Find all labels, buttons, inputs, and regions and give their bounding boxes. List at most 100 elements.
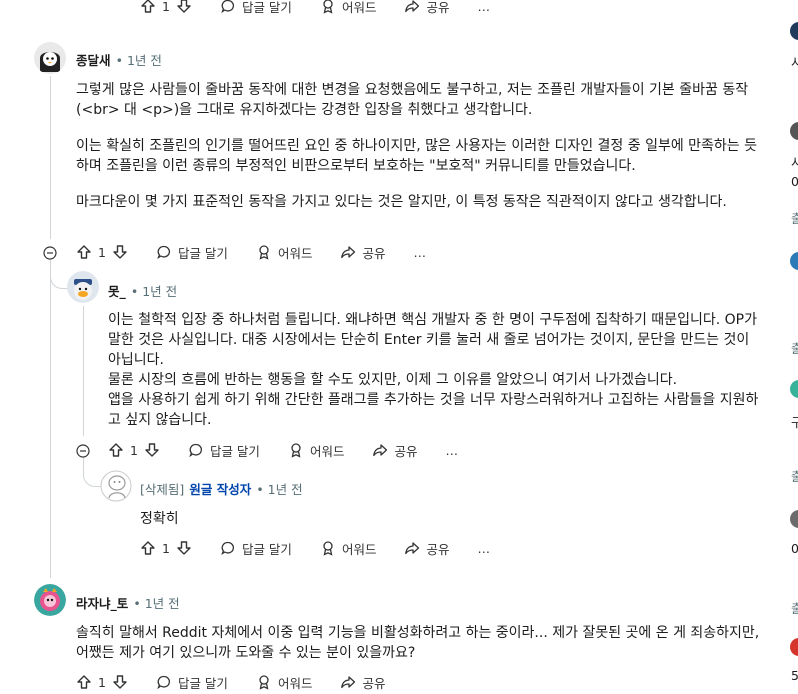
rail-snippet: 0 [791, 541, 798, 556]
comment-author[interactable]: 종달새 [76, 53, 111, 68]
award-label: 어워드 [277, 675, 313, 691]
upvote-icon[interactable] [108, 442, 124, 458]
share-label: 공유 [426, 0, 450, 15]
thread-line [83, 306, 84, 436]
comment-line: 이는 철학적 입장 중 하나처럼 들립니다. 왜냐하면 핵심 개발자 중 한 명… [108, 312, 757, 368]
rail-snippet: 출 [791, 469, 798, 484]
meta-separator: • [130, 284, 143, 299]
comment-bubble-icon [156, 674, 172, 690]
vote-count: 1 [98, 674, 106, 690]
reply-button[interactable]: 답글 달기 [188, 441, 260, 460]
reply-button[interactable]: 답글 달기 [220, 0, 292, 16]
award-button[interactable]: 어워드 [320, 0, 377, 16]
comment-actions: 1 답글 달기 어워드 공유 … [140, 536, 518, 560]
meta-separator: • [256, 482, 268, 497]
comment-author[interactable]: 라자냐_토 [76, 596, 128, 611]
meta-separator: • [115, 53, 127, 68]
comment-paragraph: 이는 확실히 조플린의 인기를 떨어뜨린 요인 중 하나이지만, 많은 사용자는… [76, 138, 758, 174]
downvote-icon[interactable] [144, 442, 160, 458]
share-button[interactable]: 공유 [404, 539, 449, 558]
award-label: 어워드 [341, 541, 377, 557]
comment-header: 라자냐_토 • 1년 전 [76, 593, 180, 612]
reply-button[interactable]: 답글 달기 [156, 673, 228, 692]
op-badge: 원글 작성자 [189, 482, 252, 497]
collapse-thread-button[interactable] [43, 245, 57, 260]
community-icon[interactable] [790, 22, 798, 40]
comment-body: 솔직히 말해서 Reddit 자체에서 이중 입력 기능을 비활성화하려고 하는… [76, 625, 760, 661]
comment-header: 못_ • 1년 전 [108, 281, 177, 300]
comment-paragraph: 마크다운이 몇 가지 표준적인 동작을 가지고 있다는 것은 알지만, 이 특정… [76, 194, 727, 210]
more-options-button[interactable]: … [477, 541, 490, 556]
comment-bubble-icon [220, 540, 236, 556]
share-icon [372, 442, 388, 458]
vote-controls: 1 [76, 244, 128, 260]
more-options-button[interactable]: … [477, 0, 490, 14]
upvote-icon[interactable] [76, 244, 92, 260]
comment-author[interactable]: 못_ [108, 284, 126, 299]
collapse-thread-button[interactable] [76, 443, 90, 458]
rail-snippet: 구 [791, 415, 798, 430]
downvote-icon[interactable] [176, 0, 192, 14]
community-icon[interactable] [790, 122, 798, 140]
reply-label: 답글 달기 [209, 443, 260, 459]
deleted-user-avatar [100, 470, 132, 502]
vote-controls: 1 [140, 540, 192, 556]
more-options-button[interactable]: … [413, 245, 426, 260]
share-icon [340, 244, 356, 260]
award-button[interactable]: 어워드 [256, 243, 312, 262]
avatar [34, 584, 66, 616]
vote-count: 1 [130, 442, 138, 458]
community-icon[interactable] [790, 380, 798, 398]
award-label: 어워드 [341, 0, 377, 15]
community-icon[interactable] [790, 252, 798, 270]
upvote-icon[interactable] [140, 540, 156, 556]
upvote-icon[interactable] [140, 0, 156, 14]
rail-snippet: 시 [791, 155, 798, 170]
award-label: 어워드 [309, 443, 345, 459]
comment-actions: 1 답글 달기 어워드 공유 [76, 670, 413, 694]
downvote-icon[interactable] [112, 674, 128, 690]
community-icon[interactable] [790, 510, 798, 528]
rail-snippet: 출 [791, 341, 798, 356]
comment-time[interactable]: 1년 전 [145, 596, 180, 611]
rail-snippet: 출 [791, 601, 798, 616]
downvote-icon[interactable] [176, 540, 192, 556]
vote-count: 1 [162, 540, 170, 556]
comment-time[interactable]: 1년 전 [142, 284, 177, 299]
comment-paragraph: 그렇게 많은 사람들이 줄바꿈 동작에 대한 변경을 요청했음에도 불구하고, … [76, 82, 749, 118]
reply-label: 답글 달기 [177, 675, 228, 691]
upvote-icon[interactable] [76, 674, 92, 690]
more-options-button[interactable]: … [445, 443, 458, 458]
share-button[interactable]: 공유 [372, 441, 417, 460]
prev-comment-actions: 1 답글 달기 어워드 공유 … [140, 0, 518, 18]
share-button[interactable]: 공유 [404, 0, 449, 16]
reply-button[interactable]: 답글 달기 [156, 243, 228, 262]
comment-bubble-icon [220, 0, 236, 14]
share-label: 공유 [394, 443, 418, 459]
award-button[interactable]: 어워드 [256, 673, 313, 692]
avatar [34, 42, 66, 74]
award-button[interactable]: 어워드 [320, 539, 377, 558]
award-button[interactable]: 어워드 [288, 441, 345, 460]
thread-line [50, 260, 51, 578]
community-icon[interactable] [790, 638, 798, 656]
comment-body: 이는 철학적 입장 중 하나처럼 들립니다. 왜냐하면 핵심 개발자 중 한 명… [108, 310, 760, 430]
vote-controls: 1 [108, 442, 160, 458]
comment-time[interactable]: 1년 전 [127, 53, 162, 68]
comment-time[interactable]: 1년 전 [268, 482, 303, 497]
award-icon [256, 244, 272, 260]
share-button[interactable]: 공유 [340, 243, 385, 262]
share-icon [404, 0, 420, 14]
share-button[interactable]: 공유 [340, 673, 385, 692]
award-icon [320, 540, 336, 556]
downvote-icon[interactable] [112, 244, 128, 260]
reply-button[interactable]: 답글 달기 [220, 539, 292, 558]
reply-label: 답글 달기 [241, 541, 292, 557]
comment-bubble-icon [156, 244, 172, 260]
vote-controls: 1 [140, 0, 192, 14]
rail-snippet: 출 [791, 211, 798, 226]
comment-actions: 1 답글 달기 어워드 공유 … [108, 438, 486, 462]
comment-header: [삭제됨] 원글 작성자 • 1년 전 [140, 479, 303, 498]
meta-separator: • [133, 596, 145, 611]
award-icon [288, 442, 304, 458]
